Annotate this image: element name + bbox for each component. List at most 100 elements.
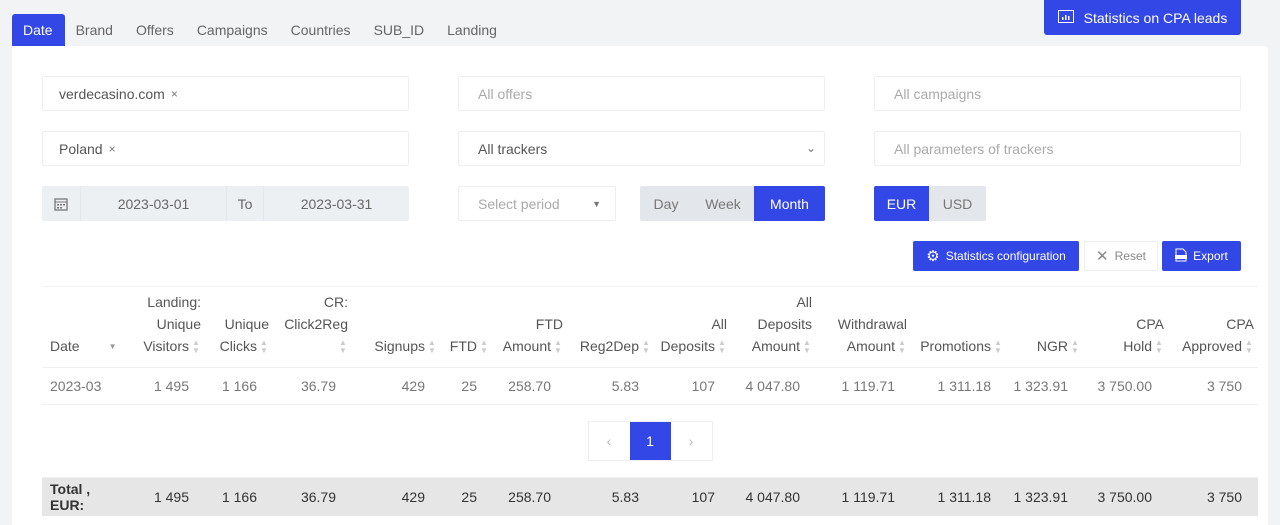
offers-select[interactable]: All offers	[458, 76, 825, 111]
table-cell: 4 047.80	[731, 477, 816, 516]
column-header[interactable]: Signups ▲ ▼	[352, 286, 441, 368]
statistics-table: Date ▼ Landing: Unique Visitors ▲ ▼ Unique Click…	[42, 286, 1258, 516]
brand-select[interactable]: verdecasino.com ×	[42, 76, 409, 111]
tracker-params-select[interactable]: All parameters of trackers	[874, 131, 1241, 166]
column-header[interactable]: Landing: Unique Visitors ▲ ▼	[130, 286, 205, 368]
trackers-value: All trackers	[478, 140, 548, 157]
sort-icon[interactable]: ▲ ▼	[802, 339, 812, 355]
sort-icon[interactable]: ▲ ▼	[259, 339, 269, 355]
tab-landing[interactable]: Landing	[436, 14, 509, 46]
prev-page-button[interactable]: ‹	[589, 422, 630, 460]
header-label: Click2Reg	[284, 316, 348, 332]
table-cell: 1 495	[130, 477, 205, 516]
tab-brand[interactable]: Brand	[65, 14, 125, 46]
column-header[interactable]: CR: Click2Reg ▲ ▼	[273, 286, 352, 368]
sort-icon[interactable]: ▲ ▼	[897, 339, 907, 355]
sort-icon[interactable]: ▲ ▼	[338, 339, 348, 355]
table-cell: 258.70	[493, 477, 567, 516]
sort-icon[interactable]: ▲ ▼	[1244, 339, 1254, 355]
sort-icon[interactable]: ▲ ▼	[427, 339, 437, 355]
remove-brand-icon[interactable]: ×	[171, 87, 178, 101]
table-cell: 1 323.91	[1007, 367, 1084, 405]
column-header[interactable]: NGR ▲ ▼	[1007, 286, 1084, 368]
column-header[interactable]: Reg2Dep ▲ ▼	[567, 286, 655, 368]
table-cell: 4 047.80	[731, 367, 816, 405]
tab-offers[interactable]: Offers	[125, 14, 186, 46]
granularity-month[interactable]: Month	[754, 186, 825, 221]
page-1-button[interactable]: 1	[629, 422, 671, 460]
header-label: FTD	[535, 316, 563, 332]
chevron-down-icon: ⌄	[805, 141, 816, 155]
remove-country-icon[interactable]: ×	[109, 142, 116, 156]
header-label: All	[796, 294, 812, 310]
export-button[interactable]: Export	[1162, 241, 1241, 271]
table-cell: 1 311.18	[911, 477, 1007, 516]
statistics-panel: verdecasino.com × All offers All campaign…	[12, 46, 1268, 525]
sort-icon[interactable]: ▲ ▼	[1070, 339, 1080, 355]
column-header[interactable]: All Deposits Amount ▲ ▼	[731, 286, 816, 368]
column-header[interactable]: Withdrawal Amount ▲ ▼	[816, 286, 911, 368]
sort-icon[interactable]: ▲ ▼	[479, 339, 489, 355]
column-header[interactable]: CPA Approved ▲ ▼	[1168, 286, 1258, 368]
granularity-day[interactable]: Day	[640, 186, 692, 221]
table-cell: 3 750.00	[1084, 477, 1168, 516]
reset-button[interactable]: ✕ Reset	[1084, 241, 1158, 271]
tab-campaigns[interactable]: Campaigns	[186, 14, 280, 46]
tab-countries[interactable]: Countries	[280, 14, 363, 46]
sort-icon[interactable]: ▲ ▼	[553, 339, 563, 355]
caret-down-icon: ▼	[592, 199, 601, 209]
campaigns-select[interactable]: All campaigns	[874, 76, 1241, 111]
table-cell: 3 750.00	[1084, 367, 1168, 405]
reset-label: Reset	[1114, 249, 1146, 263]
next-page-button[interactable]: ›	[671, 422, 712, 460]
column-header[interactable]: All Deposits ▲ ▼	[655, 286, 731, 368]
column-header[interactable]: CPA Hold ▲ ▼	[1084, 286, 1168, 368]
trackers-select[interactable]: All trackers ⌄	[458, 131, 825, 166]
column-header[interactable]: Promotions ▲ ▼	[911, 286, 1007, 368]
column-header[interactable]: Date ▼	[42, 286, 130, 368]
tab-date[interactable]: Date	[12, 14, 65, 46]
header-label: All	[711, 316, 727, 332]
header-label: Signups	[374, 338, 425, 354]
header-label: Amount	[846, 338, 895, 354]
table-cell: 36.79	[273, 367, 352, 405]
header-label: CR:	[323, 294, 348, 310]
sort-desc-icon[interactable]: ▼	[108, 343, 118, 351]
sort-icon[interactable]: ▲ ▼	[1154, 339, 1164, 355]
header-label: Deposits	[660, 338, 715, 354]
sort-icon[interactable]: ▲ ▼	[641, 339, 651, 355]
period-select[interactable]: Select period ▼	[458, 186, 616, 221]
table-cell: 1 495	[130, 367, 205, 405]
table-cell: 3 750	[1168, 367, 1258, 405]
date-to-input[interactable]: 2023-03-31	[264, 186, 409, 221]
column-header[interactable]: FTD Amount ▲ ▼	[493, 286, 567, 368]
header-label: Amount	[502, 338, 551, 354]
granularity-week[interactable]: Week	[692, 186, 754, 221]
currency-usd[interactable]: USD	[929, 186, 986, 221]
sort-icon[interactable]: ▲ ▼	[993, 339, 1003, 355]
pagination-cell: ‹ 1 ›	[42, 404, 1258, 478]
export-label: Export	[1193, 249, 1228, 263]
table-cell: 107	[655, 367, 731, 405]
period-placeholder: Select period	[478, 195, 560, 212]
currency-eur[interactable]: EUR	[874, 186, 929, 221]
tab-sub-id[interactable]: SUB_ID	[363, 14, 437, 46]
sort-icon[interactable]: ▲ ▼	[191, 339, 201, 355]
table-cell: 2023-03	[42, 367, 130, 405]
date-to-label: To	[226, 186, 264, 221]
header-label: CPA	[1136, 316, 1164, 332]
header-label: Unique	[224, 316, 269, 332]
column-header[interactable]: FTD ▲ ▼	[441, 286, 493, 368]
date-from-input[interactable]: 2023-03-01	[80, 186, 226, 221]
header-label: Reg2Dep	[579, 338, 639, 354]
country-select[interactable]: Poland ×	[42, 131, 409, 166]
column-header[interactable]: Unique Clicks ▲ ▼	[205, 286, 273, 368]
sort-icon[interactable]: ▲ ▼	[717, 339, 727, 355]
table-cell: 429	[352, 477, 441, 516]
table-cell: 1 166	[205, 477, 273, 516]
table-cell: 429	[352, 367, 441, 405]
statistics-config-button[interactable]: ⚙ Statistics configuration	[913, 241, 1079, 271]
table-cell: 1 119.71	[816, 367, 911, 405]
cpa-leads-stats-button[interactable]: Statistics on CPA leads	[1044, 0, 1241, 35]
header-label: Date	[50, 338, 80, 354]
